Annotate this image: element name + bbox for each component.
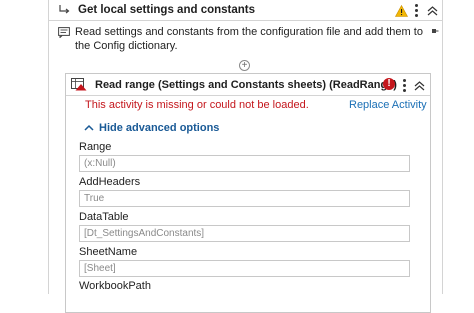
hide-advanced-options-toggle[interactable]: Hide advanced options <box>84 122 219 134</box>
sequence-header[interactable]: Get local settings and constants <box>49 0 442 21</box>
activity-header[interactable]: Read range (Settings and Constants sheet… <box>66 74 430 96</box>
range-input[interactable]: (x:Null) <box>79 155 410 172</box>
property-label-sheetname: SheetName <box>79 246 138 258</box>
datatable-input[interactable]: [Dt_SettingsAndConstants] <box>79 225 410 242</box>
addheaders-input[interactable]: True <box>79 190 410 207</box>
sequence-container: Get local settings and constants Read se… <box>48 0 443 313</box>
sequence-more-options-icon[interactable] <box>415 4 418 17</box>
annotation-text: Read settings and constants from the con… <box>75 26 423 52</box>
replace-activity-link[interactable]: Replace Activity <box>349 99 427 111</box>
missing-activity-message: This activity is missing or could not be… <box>85 99 309 111</box>
pin-icon[interactable] <box>431 23 439 41</box>
read-range-activity[interactable]: Read range (Settings and Constants sheet… <box>65 73 431 313</box>
hide-advanced-options-label: Hide advanced options <box>99 122 220 134</box>
property-label-workbookpath: WorkbookPath <box>79 280 151 292</box>
sequence-collapse-icon[interactable] <box>427 4 438 22</box>
sequence-title: Get local settings and constants <box>78 4 256 16</box>
activity-more-options-icon[interactable] <box>403 79 406 92</box>
read-range-icon <box>71 78 87 96</box>
sheetname-input[interactable]: [Sheet] <box>79 260 410 277</box>
sequence-arrow-icon <box>58 3 70 21</box>
activity-collapse-icon[interactable] <box>414 79 425 97</box>
add-activity-icon[interactable]: + <box>239 60 250 71</box>
annotation-icon <box>58 25 70 43</box>
chevron-up-icon <box>84 122 94 134</box>
warning-icon[interactable] <box>394 4 409 22</box>
error-icon[interactable]: ! <box>383 78 395 90</box>
property-label-addheaders: AddHeaders <box>79 176 141 188</box>
property-label-range: Range <box>79 141 112 153</box>
property-label-datatable: DataTable <box>79 211 129 223</box>
sequence-annotation[interactable]: Read settings and constants from the con… <box>53 21 439 54</box>
activity-title: Read range (Settings and Constants sheet… <box>95 79 397 91</box>
